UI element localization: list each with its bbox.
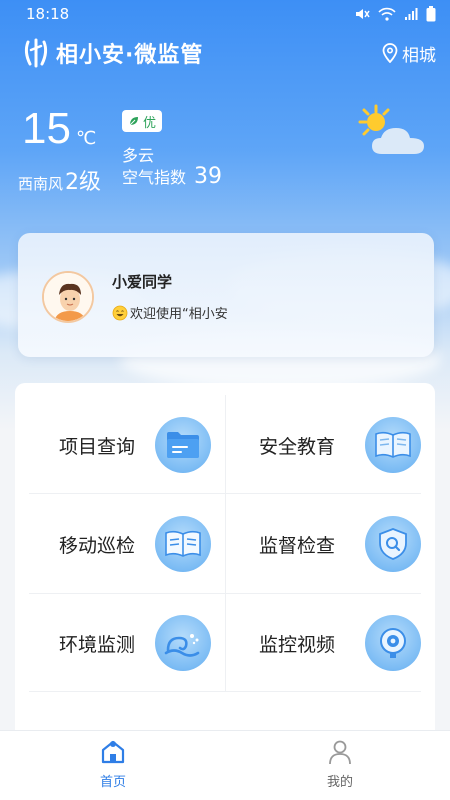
menu-item-supervision-check[interactable]: 监督检查	[225, 494, 435, 594]
air-quality-badge: 优	[122, 110, 163, 132]
open-book-icon	[155, 516, 211, 572]
signal-icon	[405, 8, 418, 20]
partly-cloudy-icon	[358, 104, 424, 154]
tab-mine-label: 我的	[326, 775, 353, 790]
air-index-value: 39	[194, 164, 223, 189]
app-header: 相小安·微监管 相城	[22, 36, 436, 70]
wind-level: 2级	[65, 170, 102, 195]
book-icon	[365, 417, 421, 473]
app-title: 相小安·微监管	[56, 43, 204, 68]
welcome-message: 欢迎使用“相小安	[112, 303, 228, 322]
menu-item-label: 移动巡检	[59, 534, 136, 557]
avatar[interactable]	[42, 271, 94, 323]
folder-icon	[155, 417, 211, 473]
smile-emoji-icon	[112, 305, 128, 320]
leaf-icon	[129, 117, 138, 126]
tab-mine[interactable]: 我的	[290, 739, 390, 790]
tab-home[interactable]: 首页	[63, 739, 163, 790]
menu-item-label: 安全教育	[259, 435, 336, 458]
location-name: 相城	[402, 45, 436, 66]
welcome-text: 欢迎使用“相小安	[130, 307, 228, 322]
user-icon	[329, 740, 351, 765]
wave-icon	[155, 615, 211, 671]
wind-direction: 西南风	[18, 175, 64, 193]
weather-panel: 15 ℃ 西南风 2级 优 多云 空气指数 39	[18, 104, 438, 196]
menu-item-safety-education[interactable]: 安全教育	[225, 395, 435, 495]
temperature: 15	[22, 104, 71, 153]
air-quality-text: 优	[143, 115, 157, 131]
menu-item-label: 环境监测	[59, 633, 136, 656]
function-menu: 项目查询 安全教育 移动巡检 监督检查 环境监测 监控视频	[15, 383, 435, 743]
location-selector[interactable]: 相城	[382, 41, 436, 66]
menu-item-video-surveillance[interactable]: 监控视频	[225, 593, 435, 693]
battery-icon	[426, 6, 436, 22]
brand: 相小安·微监管	[22, 37, 203, 69]
weather-condition: 多云	[122, 146, 155, 165]
welcome-card[interactable]: 小爱同学 欢迎使用“相小安	[18, 233, 434, 357]
status-bar: 18:18	[0, 0, 450, 28]
home-icon	[101, 740, 125, 764]
camera-icon	[365, 615, 421, 671]
status-time: 18:18	[26, 5, 70, 23]
user-name: 小爱同学	[112, 273, 173, 291]
shield-search-icon	[365, 516, 421, 572]
menu-item-project-query[interactable]: 项目查询	[15, 395, 225, 495]
wifi-icon	[378, 7, 396, 21]
menu-item-label: 监控视频	[259, 633, 336, 656]
menu-item-mobile-patrol[interactable]: 移动巡检	[15, 494, 225, 594]
mute-icon	[356, 9, 370, 19]
wind-info: 西南风 2级	[18, 164, 101, 196]
temperature-unit: ℃	[76, 128, 97, 149]
air-index-label: 空气指数	[122, 168, 187, 187]
tab-home-label: 首页	[99, 775, 126, 790]
bottom-navigation: 首页 我的	[0, 730, 450, 800]
app-logo-icon	[24, 38, 48, 68]
avatar-boy-icon	[44, 273, 92, 321]
menu-item-environment-monitoring[interactable]: 环境监测	[15, 593, 225, 693]
menu-item-label: 监督检查	[259, 534, 336, 557]
status-icons	[354, 6, 436, 22]
menu-item-label: 项目查询	[59, 435, 136, 458]
air-index: 空气指数 39	[122, 164, 222, 189]
location-pin-icon	[382, 43, 398, 63]
